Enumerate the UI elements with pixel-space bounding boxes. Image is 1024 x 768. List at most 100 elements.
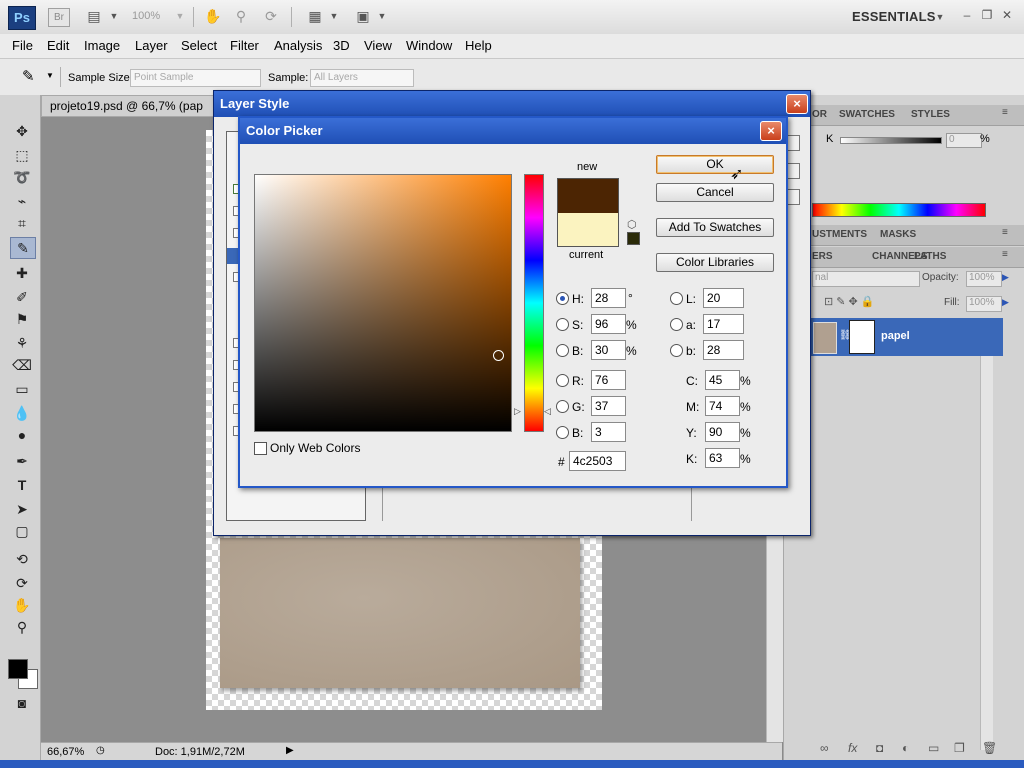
eyedropper-icon[interactable]: ✎: [22, 67, 35, 85]
layer-mask-thumbnail[interactable]: [849, 320, 875, 354]
lasso-tool-icon[interactable]: ➰: [10, 167, 34, 187]
lab-a-radio[interactable]: [670, 318, 683, 331]
layer-style-close-button[interactable]: ×: [786, 94, 808, 114]
menu-select[interactable]: Select: [181, 38, 217, 53]
lab-a-field[interactable]: 17: [703, 314, 744, 334]
move-tool-icon[interactable]: ✥: [10, 121, 34, 141]
blue-radio[interactable]: [556, 426, 569, 439]
k-value-field[interactable]: 0: [946, 133, 982, 148]
color-spectrum-bar[interactable]: [812, 203, 986, 217]
blend-mode-select[interactable]: nal: [812, 271, 920, 287]
fx-icon[interactable]: fx: [848, 741, 857, 755]
clone-stamp-tool-icon[interactable]: ⚑: [10, 309, 34, 329]
web-safe-swatch[interactable]: [627, 232, 640, 245]
k-slider[interactable]: [840, 137, 942, 144]
color-field[interactable]: [254, 174, 512, 432]
lab-b-field[interactable]: 28: [703, 340, 744, 360]
saturation-radio[interactable]: [556, 318, 569, 331]
chevron-down-icon[interactable]: ▼: [930, 8, 950, 26]
delete-layer-icon[interactable]: 🗑: [982, 741, 997, 755]
pen-tool-icon[interactable]: ✒: [10, 451, 34, 471]
restore-icon[interactable]: ❐: [980, 8, 994, 22]
lab-b-radio[interactable]: [670, 344, 683, 357]
quick-mask-icon[interactable]: ◙: [10, 693, 34, 713]
layer-name[interactable]: papel: [881, 330, 910, 342]
fill-field[interactable]: 100%: [966, 296, 1002, 312]
layer-style-button-edge[interactable]: [786, 135, 800, 151]
path-selection-tool-icon[interactable]: ➤: [10, 499, 34, 519]
arrange-documents-icon[interactable]: ▦: [305, 7, 325, 25]
link-layers-icon[interactable]: ∞: [820, 741, 829, 755]
green-field[interactable]: 37: [591, 396, 626, 416]
layer-row[interactable]: ⛓ papel: [809, 318, 1003, 356]
menu-edit[interactable]: Edit: [47, 38, 69, 53]
screen-mode-icon[interactable]: ▤: [84, 7, 104, 25]
menu-filter[interactable]: Filter: [230, 38, 259, 53]
gamut-warning-cube-icon[interactable]: ⬡: [627, 218, 637, 231]
color-libraries-button[interactable]: Color Libraries: [656, 253, 774, 272]
hue-radio[interactable]: [556, 292, 569, 305]
hue-slider[interactable]: [524, 174, 544, 432]
black-field[interactable]: 63: [705, 448, 740, 468]
eraser-tool-icon[interactable]: ⌫: [10, 355, 34, 375]
lab-l-radio[interactable]: [670, 292, 683, 305]
brightness-radio[interactable]: [556, 344, 569, 357]
workspace-switcher[interactable]: ESSENTIALS: [852, 9, 936, 24]
status-menu-arrow-icon[interactable]: ▶: [286, 745, 294, 756]
tab-color[interactable]: OR: [812, 109, 827, 120]
chevron-down-icon[interactable]: ▼: [46, 71, 54, 80]
status-info-icon[interactable]: ◷: [96, 745, 105, 756]
panel-menu-icon[interactable]: ≡: [1002, 249, 1008, 260]
marquee-tool-icon[interactable]: ⬚: [10, 145, 34, 165]
opacity-field[interactable]: 100%: [966, 271, 1002, 287]
minimize-icon[interactable]: –: [960, 8, 974, 22]
brightness-field[interactable]: 30: [591, 340, 626, 360]
tab-layers[interactable]: ERS: [812, 251, 833, 262]
sample-select[interactable]: All Layers: [310, 69, 414, 87]
chevron-down-icon[interactable]: ▼: [104, 7, 124, 25]
current-color-swatch[interactable]: [557, 213, 619, 247]
tab-masks[interactable]: MASKS: [880, 229, 916, 240]
layers-scrollbar[interactable]: [980, 320, 993, 750]
bridge-button[interactable]: Br: [48, 8, 70, 27]
blue-field[interactable]: 3: [591, 422, 626, 442]
color-field-cursor[interactable]: [493, 350, 504, 361]
layer-style-button-edge[interactable]: [786, 189, 800, 205]
ok-button[interactable]: OK: [656, 155, 774, 174]
fill-arrow-icon[interactable]: ▶: [1002, 297, 1009, 308]
green-radio[interactable]: [556, 400, 569, 413]
yellow-field[interactable]: 90: [705, 422, 740, 442]
hue-slider-right-arrow-icon[interactable]: ◁: [544, 406, 551, 417]
menu-window[interactable]: Window: [406, 38, 452, 53]
zoom-tool-icon[interactable]: ⚲: [10, 617, 34, 637]
color-picker-close-button[interactable]: ×: [760, 121, 782, 141]
only-web-colors-checkbox[interactable]: [254, 442, 267, 455]
opacity-arrow-icon[interactable]: ▶: [1002, 272, 1009, 283]
eyedropper-tool-icon[interactable]: ✎: [10, 237, 36, 259]
panel-menu-icon[interactable]: ≡: [1002, 227, 1008, 238]
tab-paths[interactable]: PATHS: [914, 251, 946, 262]
new-group-icon[interactable]: ▭: [928, 741, 939, 755]
chevron-down-icon[interactable]: ▼: [324, 7, 344, 25]
quick-selection-tool-icon[interactable]: ⌁: [10, 191, 34, 211]
magenta-field[interactable]: 74: [705, 396, 740, 416]
rotate-view-icon[interactable]: ⟳: [261, 7, 281, 25]
sample-size-select[interactable]: Point Sample: [130, 69, 261, 87]
tab-swatches[interactable]: SWATCHES: [839, 109, 895, 120]
red-radio[interactable]: [556, 374, 569, 387]
3d-orbit-tool-icon[interactable]: ⟳: [10, 573, 34, 593]
foreground-color-swatch-top[interactable]: [8, 659, 28, 679]
cancel-button[interactable]: Cancel: [656, 183, 774, 202]
hue-field[interactable]: 28: [591, 288, 626, 308]
hand-icon[interactable]: ✋: [203, 7, 223, 25]
zoom-icon[interactable]: ⚲: [231, 7, 251, 25]
tab-adjustments[interactable]: USTMENTS: [812, 229, 867, 240]
lock-icons[interactable]: ⊡ ✎ ✥ 🔒: [824, 295, 875, 308]
cyan-field[interactable]: 45: [705, 370, 740, 390]
new-layer-icon[interactable]: ❐: [954, 741, 965, 755]
hex-field[interactable]: 4c2503: [569, 451, 626, 471]
add-mask-icon[interactable]: ◘: [876, 741, 883, 755]
screen-mode-icon[interactable]: ▣: [353, 7, 373, 25]
lab-l-field[interactable]: 20: [703, 288, 744, 308]
dodge-tool-icon[interactable]: ●: [10, 425, 34, 445]
